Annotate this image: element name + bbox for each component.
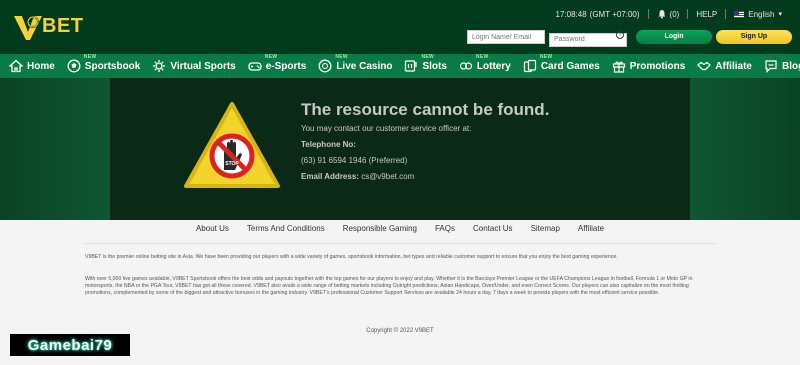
nav-label: Live Casino	[336, 60, 393, 72]
header: BET 17:08:48 (GMT +07:00) (0) HELP Engli…	[0, 0, 800, 54]
nav-item-card-games[interactable]: NEW Card Games	[523, 54, 600, 73]
new-badge: NEW	[539, 54, 553, 60]
cards-icon	[523, 59, 536, 73]
logo-text: BET	[42, 14, 84, 37]
logo[interactable]: BET	[12, 10, 84, 42]
nav-item-live-casino[interactable]: NEW Live Casino	[318, 54, 393, 73]
help-link[interactable]: HELP	[696, 10, 717, 19]
nav-item-sportsbook[interactable]: NEW Sportsbook	[67, 54, 141, 73]
footer-link-faqs[interactable]: FAQs	[435, 224, 455, 233]
watermark: Gamebai79	[10, 334, 130, 356]
footer-links: About Us Terms And Conditions Responsibl…	[0, 224, 800, 233]
footer-link-contact[interactable]: Contact Us	[473, 224, 513, 233]
telephone-value: (63) 91 6594 1946 (Preferred)	[301, 156, 408, 165]
virtual-sports-icon	[153, 60, 166, 72]
nav-item-slots[interactable]: NEW Slots	[404, 54, 447, 73]
gamepad-icon	[248, 62, 262, 71]
email-label: Email Address:	[301, 172, 359, 181]
footer-link-sitemap[interactable]: Sitemap	[531, 224, 560, 233]
footer-description: With over 5,000 live games available, V9…	[85, 276, 693, 296]
watermark-text: Gamebai79	[27, 336, 113, 354]
warning-stop-icon: STOP	[184, 102, 280, 188]
nav-label: Card Games	[540, 60, 600, 72]
email-value[interactable]: cs@v9bet.com	[361, 172, 414, 181]
nav-item-virtual-sports[interactable]: Virtual Sports	[152, 59, 236, 73]
error-section: STOP The resource cannot be found. You m…	[0, 78, 800, 220]
signup-button[interactable]: Sign Up	[716, 30, 792, 45]
new-badge: NEW	[421, 54, 435, 60]
handshake-icon	[697, 61, 712, 71]
nav-label: Home	[27, 60, 55, 72]
main-nav: Home NEW Sportsbook Virtual Sports NEW e…	[0, 54, 800, 78]
chevron-down-icon[interactable]: ▾	[778, 10, 782, 18]
error-title: The resource cannot be found.	[301, 100, 550, 119]
error-panel: STOP The resource cannot be found. You m…	[110, 78, 690, 220]
nav-item-esports[interactable]: NEW e-Sports	[248, 54, 307, 73]
chat-bubble-icon	[765, 60, 777, 73]
nav-label: Promotions	[629, 60, 686, 72]
home-icon	[9, 59, 23, 73]
side-panel-left	[0, 78, 110, 220]
language-select[interactable]: English	[748, 10, 774, 19]
login-button[interactable]: Login	[636, 30, 712, 45]
email-row: Email Address: cs@v9bet.com	[301, 172, 414, 181]
us-flag-icon	[734, 10, 745, 18]
bell-icon[interactable]	[657, 9, 667, 19]
new-badge: NEW	[264, 54, 278, 60]
footer-link-affiliate[interactable]: Affiliate	[578, 224, 604, 233]
nav-label: Sportsbook	[84, 60, 141, 72]
footer-link-terms[interactable]: Terms And Conditions	[247, 224, 325, 233]
telephone-label: Telephone No:	[301, 140, 356, 149]
timezone: (GMT +07:00)	[589, 9, 640, 19]
divider	[647, 9, 649, 19]
side-panel-right	[690, 78, 800, 220]
nav-item-blog[interactable]: Blog	[764, 59, 800, 73]
nav-item-home[interactable]: Home	[9, 59, 55, 73]
nav-label: Lottery	[476, 60, 511, 72]
nav-label: Blog	[781, 60, 800, 72]
divider	[687, 9, 689, 19]
error-subtitle: You may contact our customer service off…	[301, 124, 472, 133]
footer-link-responsible-gaming[interactable]: Responsible Gaming	[343, 224, 417, 233]
slots-icon	[405, 60, 418, 72]
stop-text: STOP	[225, 161, 239, 167]
v9-logo-icon	[14, 16, 42, 40]
clock: 17:08:48	[555, 9, 587, 19]
nav-label: Virtual Sports	[170, 60, 236, 72]
new-badge: NEW	[475, 54, 489, 60]
notification-count[interactable]: (0)	[670, 10, 680, 19]
nav-item-lottery[interactable]: NEW Lottery	[459, 54, 511, 73]
soccer-ball-icon	[67, 59, 81, 73]
login-form: ? Login Sign Up	[467, 28, 792, 47]
nav-item-promotions[interactable]: Promotions	[612, 59, 686, 73]
top-bar: 17:08:48 (GMT +07:00) (0) HELP English ▾	[556, 9, 782, 19]
lottery-icon	[459, 62, 473, 70]
footer-link-about[interactable]: About Us	[196, 224, 229, 233]
nav-label: e-Sports	[265, 60, 307, 72]
footer-intro: V9BET is the premier online betting site…	[85, 254, 618, 260]
login-name-input[interactable]	[467, 30, 545, 45]
nav-label: Slots	[422, 60, 447, 72]
footer-divider	[85, 243, 715, 244]
info-icon[interactable]: ?	[616, 31, 624, 39]
nav-label: Affiliate	[715, 60, 752, 72]
divider	[725, 9, 727, 19]
new-badge: NEW	[335, 54, 348, 60]
new-badge: NEW	[83, 54, 97, 60]
gift-icon	[612, 61, 625, 73]
password-wrapper: ?	[545, 28, 627, 47]
nav-item-affiliate[interactable]: Affiliate	[697, 59, 752, 73]
casino-chip-icon	[318, 59, 332, 73]
